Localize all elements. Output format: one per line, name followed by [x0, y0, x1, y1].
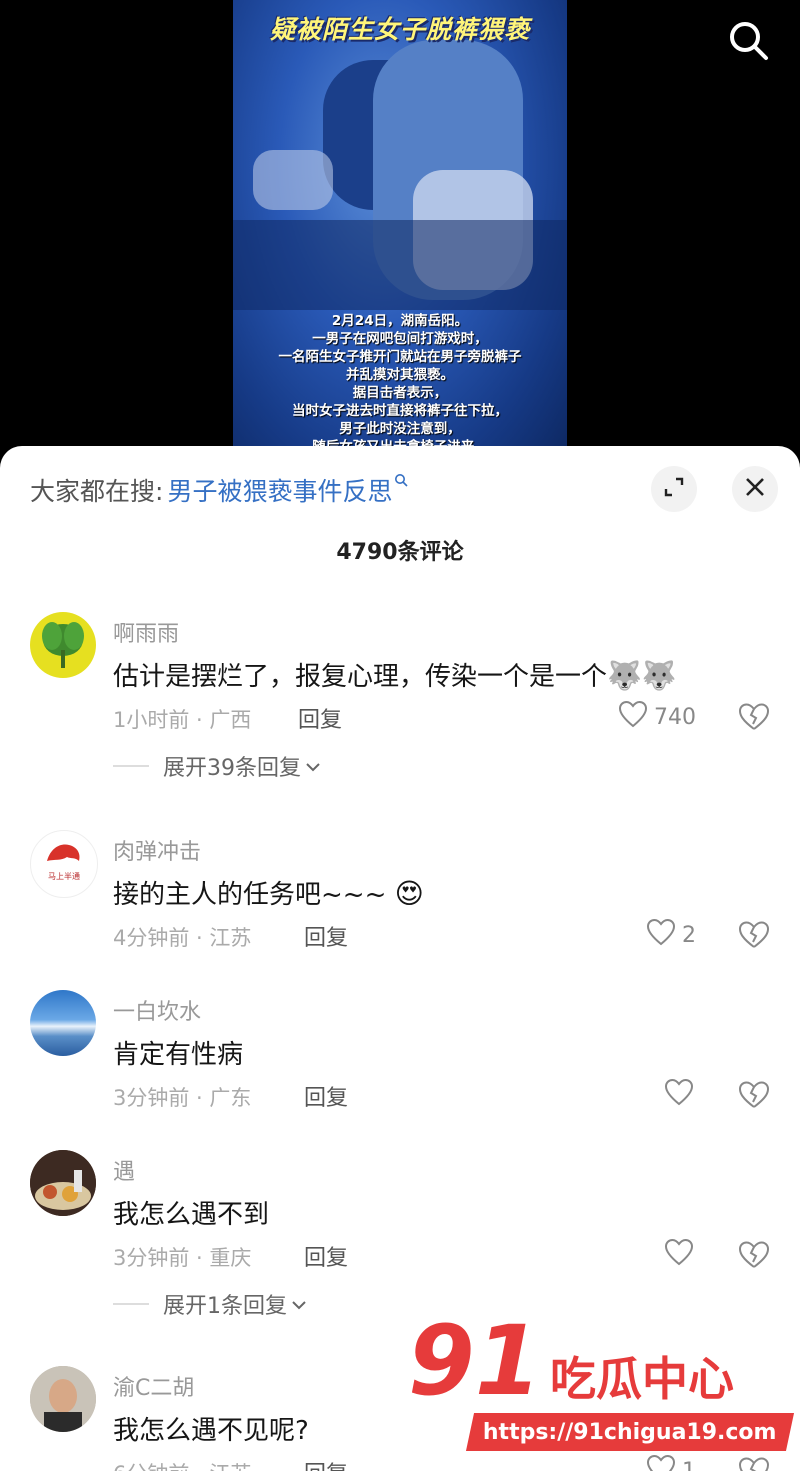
close-button[interactable]	[732, 466, 778, 512]
expand-replies-label: 展开1条回复	[163, 1294, 287, 1319]
comment-author[interactable]: 渝C二胡	[113, 1370, 194, 1402]
video-shadow	[233, 220, 567, 310]
wolf-emoji: 🐺🐺	[607, 659, 677, 692]
heart-icon	[646, 918, 676, 952]
comment-text: 肯定有性病	[113, 1040, 244, 1070]
comment-author[interactable]: 一白坎水	[113, 994, 201, 1026]
like-button[interactable]: 2	[646, 918, 696, 952]
broken-heart-icon	[737, 1081, 771, 1114]
search-icon	[394, 473, 409, 491]
watermark-name: 吃瓜中心	[550, 1352, 734, 1406]
avatar[interactable]: 马上半通	[30, 830, 98, 898]
avatar[interactable]	[30, 1366, 96, 1432]
reply-button[interactable]: 回复	[304, 1080, 348, 1112]
reply-button[interactable]: 回复	[298, 702, 342, 734]
dislike-button[interactable]	[737, 1240, 771, 1272]
video-player[interactable]: 疑被陌生女子脱裤猥亵 2月24日，湖南岳阳。 一男子在网吧包间打游戏时， 一名陌…	[0, 0, 800, 460]
avatar[interactable]	[30, 612, 96, 678]
expand-replies[interactable]: 展开1条回复	[113, 1288, 307, 1320]
broken-heart-icon	[737, 703, 771, 736]
video-caption: 2月24日，湖南岳阳。 一男子在网吧包间打游戏时， 一名陌生女子推开门就站在男子…	[278, 313, 522, 455]
comment-meta: 3分钟前 · 广东	[113, 1086, 252, 1110]
comment-meta: 6分钟前 · 江苏	[113, 1458, 251, 1471]
video-title: 疑被陌生女子脱裤猥亵	[269, 15, 530, 44]
watermark-url: https://91chigua19.com	[465, 1413, 795, 1451]
expand-replies[interactable]: 展开39条回复	[113, 750, 321, 782]
comment-text: 估计是摆烂了，报复心理，传染一个是一个🐺🐺	[113, 659, 677, 692]
divider	[113, 765, 149, 767]
reply-button[interactable]: 回复	[304, 920, 348, 952]
like-count: 740	[654, 704, 696, 730]
chevron-down-icon	[291, 1292, 307, 1317]
avatar[interactable]	[30, 990, 96, 1056]
broken-heart-icon	[737, 1241, 771, 1274]
like-button[interactable]	[664, 1238, 694, 1272]
close-icon	[744, 476, 766, 502]
comment-text: 我怎么遇不见呢?	[113, 1416, 309, 1446]
trending-search[interactable]: 大家都在搜: 男子被猥亵事件反思	[30, 472, 409, 508]
avatar[interactable]	[30, 1150, 96, 1216]
dislike-button[interactable]	[737, 920, 771, 952]
dislike-button[interactable]	[737, 702, 771, 734]
comment-author[interactable]: 啊雨雨	[113, 616, 179, 648]
avatar-badge-text: 马上半通	[48, 871, 80, 881]
like-button[interactable]: 740	[618, 700, 696, 734]
heart-icon	[664, 1238, 694, 1272]
comment-author[interactable]: 肉弹冲击	[113, 834, 201, 866]
comment-text: 接的主人的任务吧~~~ 😍	[113, 877, 424, 910]
like-count: 2	[682, 922, 696, 948]
heart-icon	[664, 1078, 694, 1112]
watermark: 91 吃瓜中心 https://91chigua19.com	[400, 1305, 800, 1471]
reply-button[interactable]: 回复	[304, 1456, 348, 1471]
video-frame[interactable]: 疑被陌生女子脱裤猥亵 2月24日，湖南岳阳。 一男子在网吧包间打游戏时， 一名陌…	[233, 0, 567, 460]
video-figure	[253, 150, 333, 210]
expand-icon	[663, 476, 685, 502]
comment-text: 我怎么遇不到	[113, 1200, 270, 1230]
reply-button[interactable]: 回复	[304, 1240, 348, 1272]
comment-meta: 4分钟前 · 江苏	[113, 926, 252, 950]
trending-prefix: 大家都在搜:	[30, 477, 164, 506]
broken-heart-icon	[737, 921, 771, 954]
trending-link[interactable]: 男子被猥亵事件反思	[167, 472, 392, 508]
comment-count: 4790条评论	[336, 540, 464, 565]
expand-replies-label: 展开39条回复	[163, 756, 301, 781]
chevron-down-icon	[305, 754, 321, 779]
comment-meta: 3分钟前 · 重庆	[113, 1246, 252, 1270]
search-icon[interactable]	[726, 18, 770, 62]
like-button[interactable]	[664, 1078, 694, 1112]
expand-button[interactable]	[651, 466, 697, 512]
heart-eyes-emoji: 😍	[394, 877, 424, 910]
dislike-button[interactable]	[737, 1080, 771, 1112]
comment-meta: 1小时前 · 广西	[113, 708, 252, 732]
comment-author[interactable]: 遇	[113, 1154, 135, 1186]
divider	[113, 1303, 149, 1305]
watermark-number: 91	[408, 1305, 542, 1417]
heart-icon	[618, 700, 648, 734]
